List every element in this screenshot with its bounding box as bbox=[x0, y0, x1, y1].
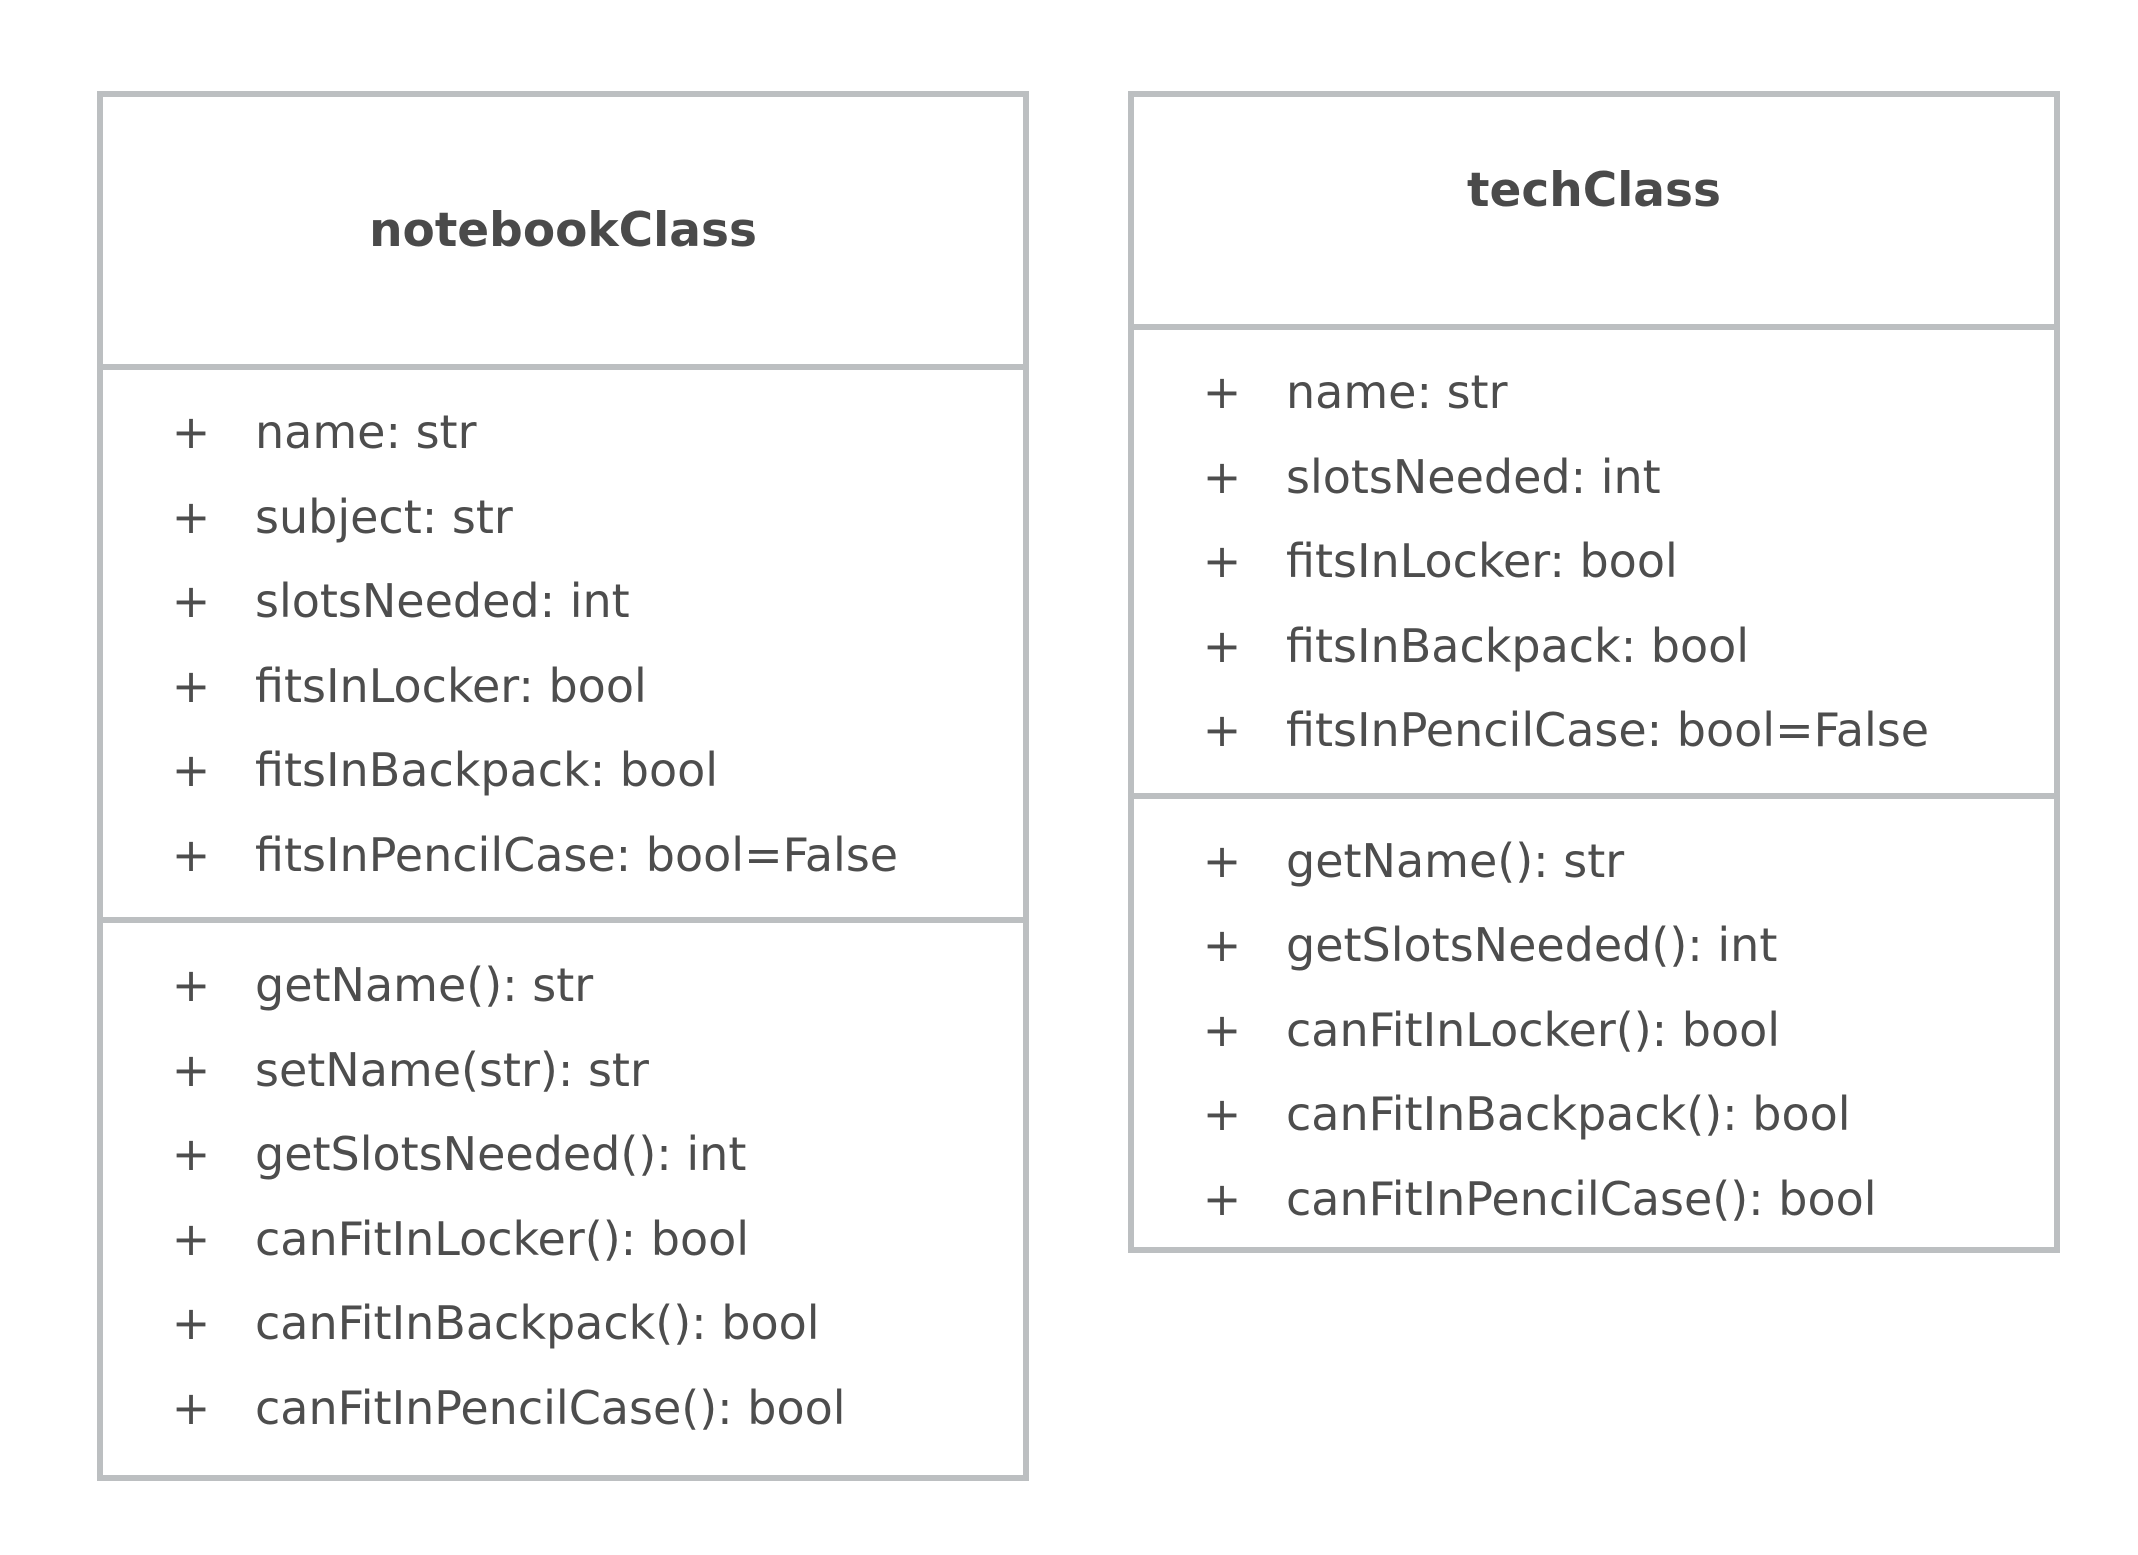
visibility-marker: + bbox=[171, 1127, 211, 1182]
class-name: techClass bbox=[1467, 163, 1721, 218]
method-text: canFitInBackpack(): bool bbox=[255, 1296, 820, 1351]
visibility-marker: + bbox=[171, 574, 211, 629]
attribute-text: fitsInLocker: bool bbox=[1286, 534, 1678, 589]
attribute-row: + name: str bbox=[103, 390, 1023, 475]
method-text: getSlotsNeeded(): int bbox=[1286, 918, 1778, 973]
visibility-marker: + bbox=[171, 958, 211, 1013]
method-text: setName(str): str bbox=[255, 1042, 649, 1097]
method-text: canFitInPencilCase(): bool bbox=[1286, 1171, 1877, 1226]
attribute-row: + fitsInLocker: bool bbox=[1134, 519, 2054, 604]
visibility-marker: + bbox=[171, 1380, 211, 1435]
visibility-marker: + bbox=[171, 489, 211, 544]
visibility-marker: + bbox=[1202, 1002, 1242, 1057]
methods-section: + getName(): str + setName(str): str + getS… bbox=[103, 923, 1023, 1470]
attribute-text: fitsInBackpack: bool bbox=[1286, 618, 1750, 673]
method-row: + setName(str): str bbox=[103, 1028, 1023, 1113]
method-row: + getSlotsNeeded(): int bbox=[1134, 903, 2054, 988]
method-row: + getSlotsNeeded(): int bbox=[103, 1112, 1023, 1197]
visibility-marker: + bbox=[1202, 534, 1242, 589]
method-row: + canFitInLocker(): bool bbox=[103, 1197, 1023, 1282]
attribute-text: slotsNeeded: int bbox=[255, 574, 630, 629]
attribute-row: + fitsInBackpack: bool bbox=[103, 728, 1023, 813]
class-box-notebook: notebookClass + name: str + subject: str +… bbox=[97, 91, 1029, 1481]
attributes-section: + name: str + slotsNeeded: int + fitsInLock… bbox=[1134, 330, 2054, 799]
method-text: getName(): str bbox=[1286, 833, 1625, 888]
attribute-row: + fitsInBackpack: bool bbox=[1134, 604, 2054, 689]
method-text: canFitInLocker(): bool bbox=[1286, 1002, 1781, 1057]
visibility-marker: + bbox=[171, 1296, 211, 1351]
attribute-text: fitsInPencilCase: bool=False bbox=[1286, 703, 1930, 758]
attribute-row: + fitsInLocker: bool bbox=[103, 644, 1023, 729]
method-text: canFitInPencilCase(): bool bbox=[255, 1380, 846, 1435]
attribute-row: + name: str bbox=[1134, 350, 2054, 435]
method-row: + canFitInBackpack(): bool bbox=[103, 1281, 1023, 1366]
attribute-row: + fitsInPencilCase: bool=False bbox=[103, 813, 1023, 898]
visibility-marker: + bbox=[171, 1042, 211, 1097]
visibility-marker: + bbox=[1202, 833, 1242, 888]
attribute-row: + fitsInPencilCase: bool=False bbox=[1134, 688, 2054, 773]
attribute-text: fitsInPencilCase: bool=False bbox=[255, 827, 899, 882]
class-header: techClass bbox=[1134, 97, 2054, 330]
attributes-section: + name: str + subject: str + slotsNeeded: i… bbox=[103, 370, 1023, 923]
visibility-marker: + bbox=[171, 405, 211, 460]
method-text: canFitInBackpack(): bool bbox=[1286, 1087, 1851, 1142]
visibility-marker: + bbox=[1202, 1171, 1242, 1226]
visibility-marker: + bbox=[171, 827, 211, 882]
visibility-marker: + bbox=[171, 743, 211, 798]
attribute-text: name: str bbox=[1286, 365, 1508, 420]
method-text: getSlotsNeeded(): int bbox=[255, 1127, 747, 1182]
visibility-marker: + bbox=[171, 1211, 211, 1266]
attribute-text: slotsNeeded: int bbox=[1286, 449, 1661, 504]
class-header: notebookClass bbox=[103, 97, 1023, 370]
visibility-marker: + bbox=[1202, 449, 1242, 504]
method-row: + canFitInLocker(): bool bbox=[1134, 988, 2054, 1073]
visibility-marker: + bbox=[1202, 918, 1242, 973]
method-row: + canFitInBackpack(): bool bbox=[1134, 1072, 2054, 1157]
attribute-row: + subject: str bbox=[103, 475, 1023, 560]
visibility-marker: + bbox=[1202, 703, 1242, 758]
class-box-tech: techClass + name: str + slotsNeeded: int +… bbox=[1128, 91, 2060, 1253]
method-row: + getName(): str bbox=[1134, 819, 2054, 904]
method-text: canFitInLocker(): bool bbox=[255, 1211, 750, 1266]
class-name: notebookClass bbox=[369, 203, 757, 258]
visibility-marker: + bbox=[1202, 618, 1242, 673]
attribute-row: + slotsNeeded: int bbox=[103, 559, 1023, 644]
visibility-marker: + bbox=[171, 658, 211, 713]
methods-section: + getName(): str + getSlotsNeeded(): int +… bbox=[1134, 799, 2054, 1262]
method-text: getName(): str bbox=[255, 958, 594, 1013]
method-row: + canFitInPencilCase(): bool bbox=[1134, 1157, 2054, 1242]
attribute-text: fitsInBackpack: bool bbox=[255, 743, 719, 798]
visibility-marker: + bbox=[1202, 1087, 1242, 1142]
attribute-text: name: str bbox=[255, 405, 477, 460]
attribute-text: subject: str bbox=[255, 489, 513, 544]
visibility-marker: + bbox=[1202, 365, 1242, 420]
method-row: + canFitInPencilCase(): bool bbox=[103, 1366, 1023, 1451]
attribute-row: + slotsNeeded: int bbox=[1134, 435, 2054, 520]
method-row: + getName(): str bbox=[103, 943, 1023, 1028]
attribute-text: fitsInLocker: bool bbox=[255, 658, 647, 713]
